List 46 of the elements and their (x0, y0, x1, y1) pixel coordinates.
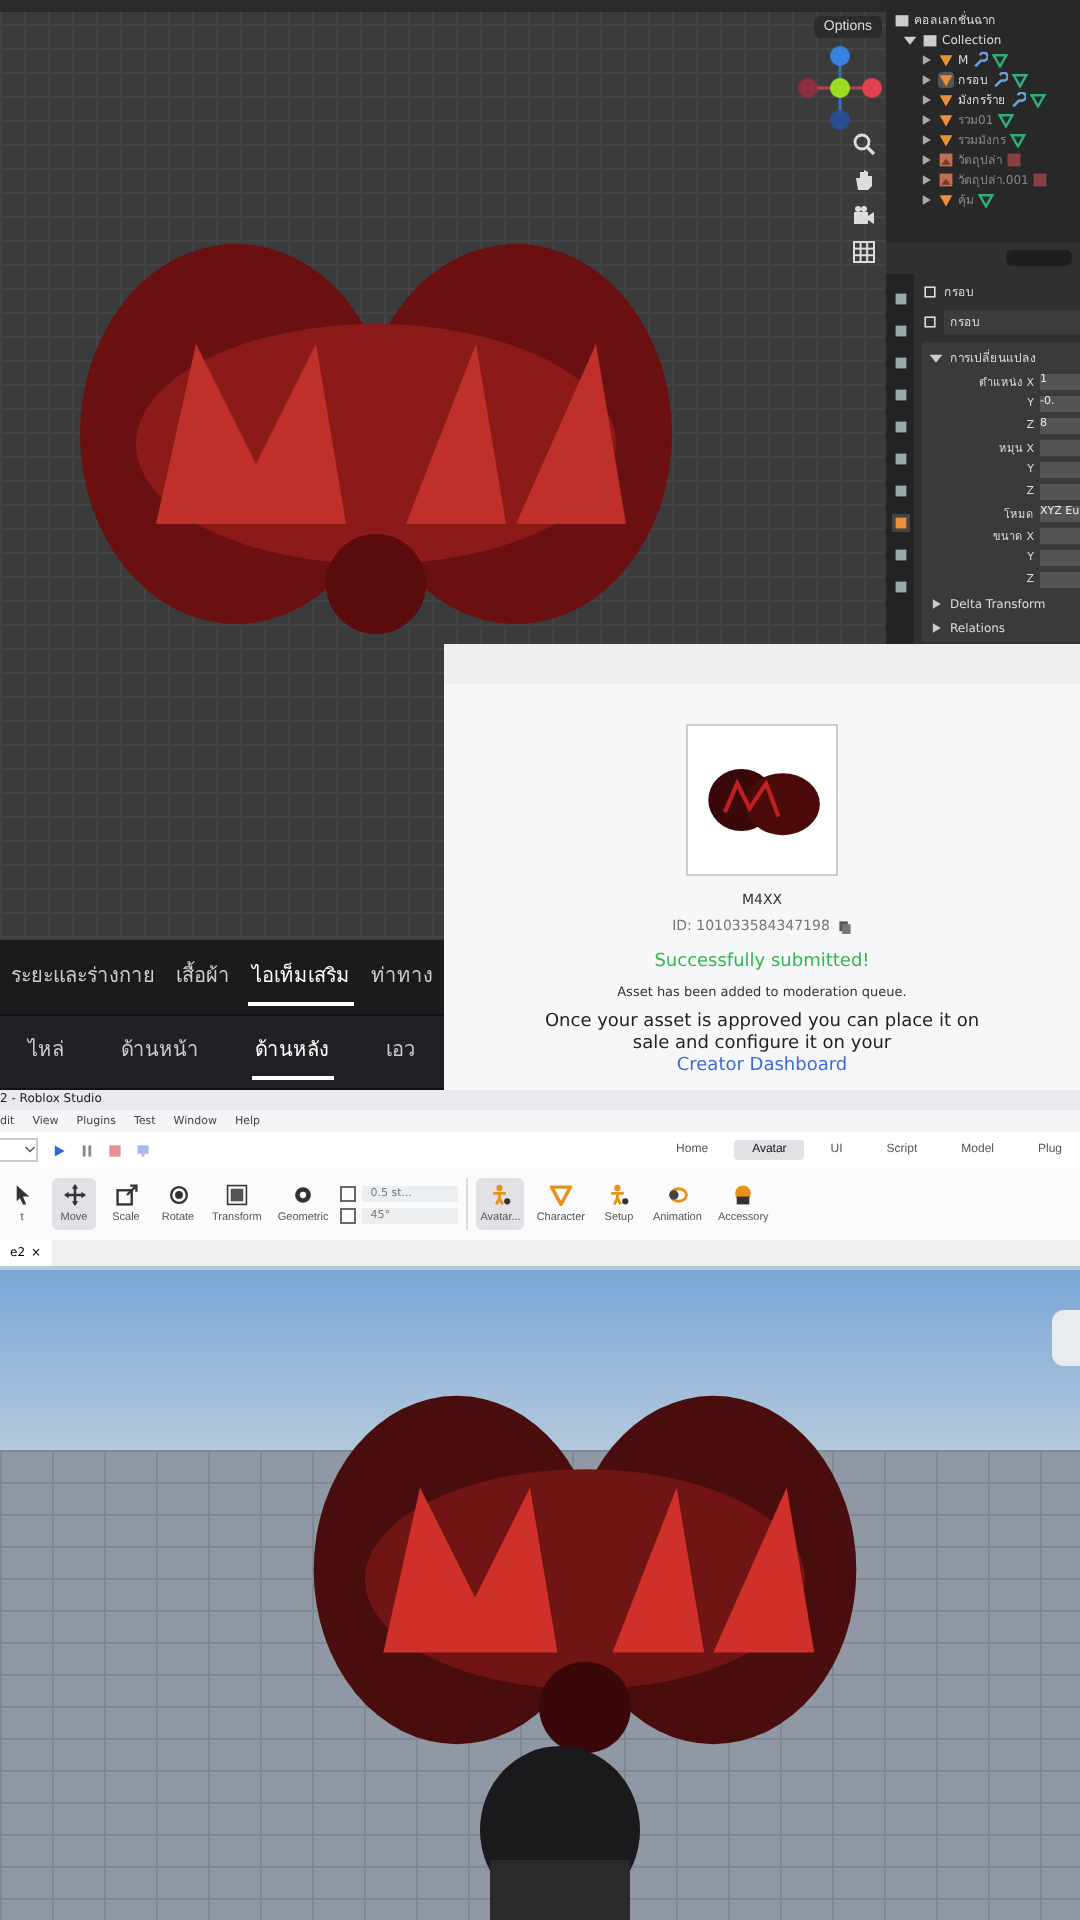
number-field[interactable] (1040, 527, 1080, 543)
subcategory-tab[interactable]: เอว (381, 1022, 420, 1081)
dome-icon (732, 1184, 755, 1206)
ring-icon (292, 1184, 315, 1206)
subcategory-tab[interactable]: ด้านหน้า (116, 1022, 203, 1081)
number-field[interactable] (1040, 549, 1080, 565)
expand-arrow-icon[interactable] (928, 350, 944, 366)
figure-icon (607, 1184, 630, 1206)
camera-icon[interactable] (852, 204, 876, 228)
copy-icon[interactable] (837, 919, 852, 933)
move-arrows-icon (63, 1184, 85, 1206)
resize-square-icon (115, 1184, 137, 1206)
success-message: Successfully submitted! (654, 952, 870, 972)
subcategory-tab[interactable]: ด้านหลัง (251, 1022, 334, 1081)
square-frame-icon (225, 1184, 248, 1206)
hand-icon[interactable] (852, 168, 876, 192)
chevron-down-icon (24, 1144, 36, 1156)
figure-icon (489, 1184, 512, 1206)
mesh-data-icon (978, 192, 994, 208)
number-field[interactable] (1040, 571, 1080, 587)
dashboard-link[interactable]: Creator Dashboard (676, 1055, 848, 1076)
axis-gizmo-icon[interactable] (796, 44, 884, 132)
number-field[interactable] (1040, 439, 1080, 455)
play-icon[interactable] (52, 1143, 66, 1157)
triangle-icon (549, 1184, 572, 1206)
category-tab[interactable]: ไอเท็มเสริม (247, 947, 354, 1006)
snap-checkbox[interactable] (340, 1185, 357, 1201)
expand-arrow-icon[interactable] (902, 32, 918, 48)
object-square-icon (922, 284, 938, 300)
collection-box-icon (894, 12, 910, 28)
collection-box-icon (922, 32, 938, 48)
zoom-icon[interactable] (852, 132, 876, 156)
category-tab[interactable]: ระยะและร่างกาย (6, 947, 159, 1006)
number-field[interactable] (1040, 461, 1080, 477)
cursor-icon (11, 1184, 33, 1206)
ring-icon (167, 1184, 189, 1206)
subcategory-tab[interactable]: ไหล่ (24, 1022, 69, 1081)
pause-icon[interactable] (80, 1143, 94, 1157)
ring-icon (666, 1184, 689, 1206)
category-tab[interactable]: เสื้อผ้า (172, 947, 235, 1006)
object-square-icon (922, 314, 938, 330)
approval-message: Once your asset is approved you can place it on sale and configure it on your (542, 1012, 982, 1056)
grid-icon[interactable] (852, 240, 876, 264)
category-tab[interactable]: ท่าทาง (367, 947, 438, 1006)
snap-checkbox[interactable] (340, 1207, 357, 1223)
number-field[interactable] (1040, 483, 1080, 499)
